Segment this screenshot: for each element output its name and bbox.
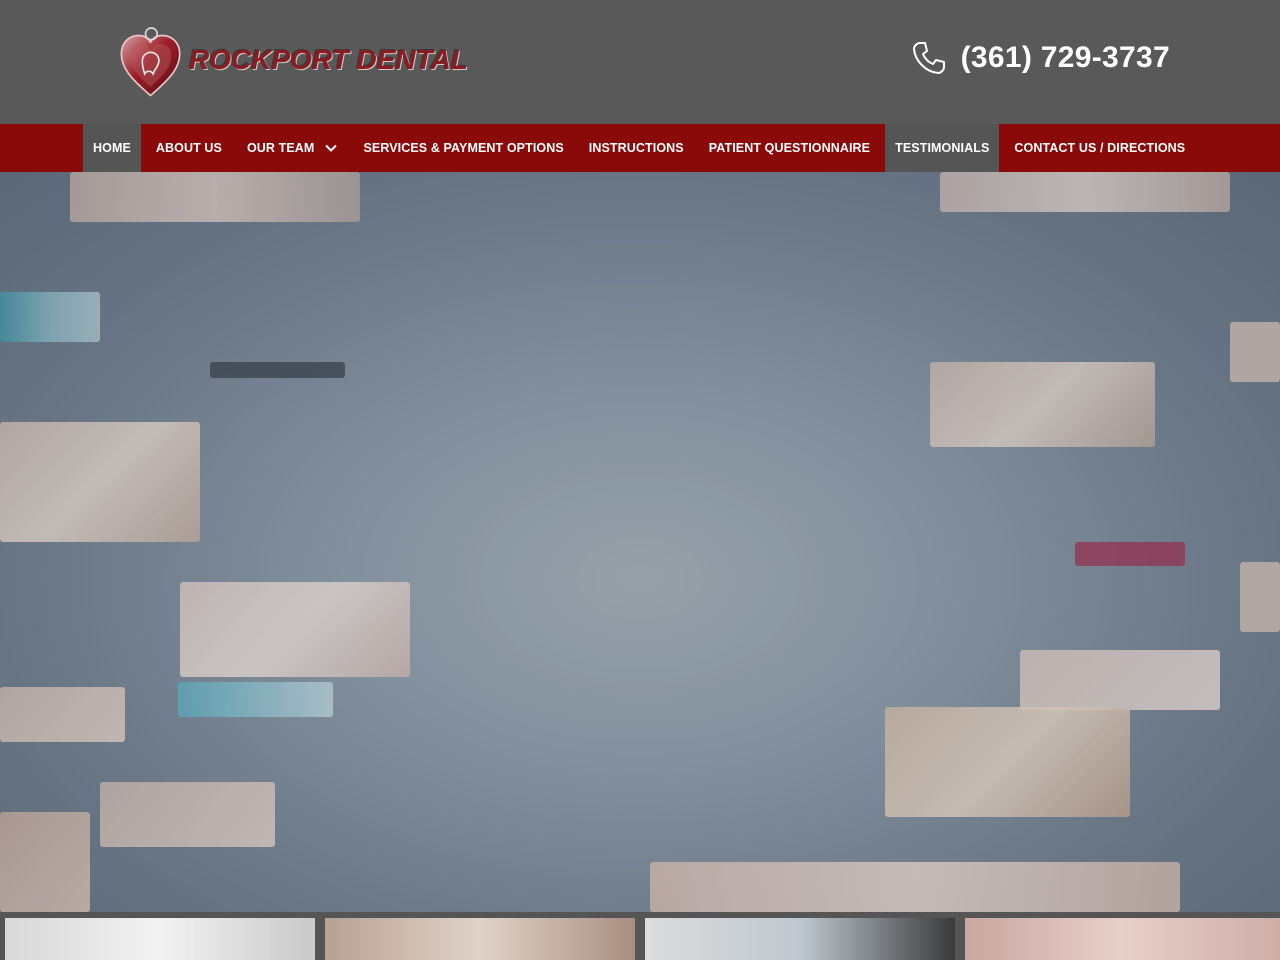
nav-item-patient-questionnaire[interactable]: PATIENT QUESTIONNAIRE: [699, 124, 880, 172]
phone-icon: [912, 42, 945, 74]
hero-overlay: [0, 172, 1280, 912]
nav-item-testimonials[interactable]: TESTIMONIALS: [885, 124, 1000, 172]
nav-item-label: SERVICES & PAYMENT OPTIONS: [363, 141, 564, 155]
nav-item-home[interactable]: HOME: [83, 124, 141, 172]
nav-item-label: PATIENT QUESTIONNAIRE: [708, 141, 871, 155]
thumbnail-staff[interactable]: [5, 918, 315, 960]
nav-list: HOME ABOUT US OUR TEAM SERVICES & PAYMEN…: [83, 124, 1195, 172]
nav-item-label: TESTIMONIALS: [895, 141, 990, 155]
nav-item-label: CONTACT US / DIRECTIONS: [1014, 141, 1186, 155]
nav-item-instructions[interactable]: INSTRUCTIONS: [579, 124, 694, 172]
feature-thumbnails: [0, 912, 1280, 960]
nav-item-about-us[interactable]: ABOUT US: [146, 124, 232, 172]
phone-number-link[interactable]: (361) 729-3737: [961, 41, 1170, 75]
nav-item-contact-us[interactable]: CONTACT US / DIRECTIONS: [1004, 124, 1195, 172]
site-logo[interactable]: ROCKPORT DENTAL: [118, 18, 468, 108]
nav-item-label: OUR TEAM: [246, 141, 315, 155]
nav-item-our-team[interactable]: OUR TEAM: [237, 124, 348, 172]
nav-item-label: INSTRUCTIONS: [588, 141, 684, 155]
nav-item-services[interactable]: SERVICES & PAYMENT OPTIONS: [353, 124, 573, 172]
site-header: ROCKPORT DENTAL (361) 729-3737: [0, 0, 1280, 124]
chevron-down-icon: [325, 144, 338, 152]
phone-contact[interactable]: (361) 729-3737: [911, 38, 1170, 78]
logo-text: ROCKPORT DENTAL: [189, 44, 468, 75]
thumbnail-dentist[interactable]: [325, 918, 635, 960]
hero-banner: [0, 172, 1280, 912]
heart-logo-icon: [120, 27, 181, 97]
nav-item-label: ABOUT US: [155, 141, 222, 155]
nav-item-label: HOME: [93, 141, 131, 155]
main-nav: HOME ABOUT US OUR TEAM SERVICES & PAYMEN…: [0, 124, 1280, 172]
thumbnail-smile[interactable]: [965, 918, 1280, 960]
thumbnail-equipment[interactable]: [645, 918, 955, 960]
